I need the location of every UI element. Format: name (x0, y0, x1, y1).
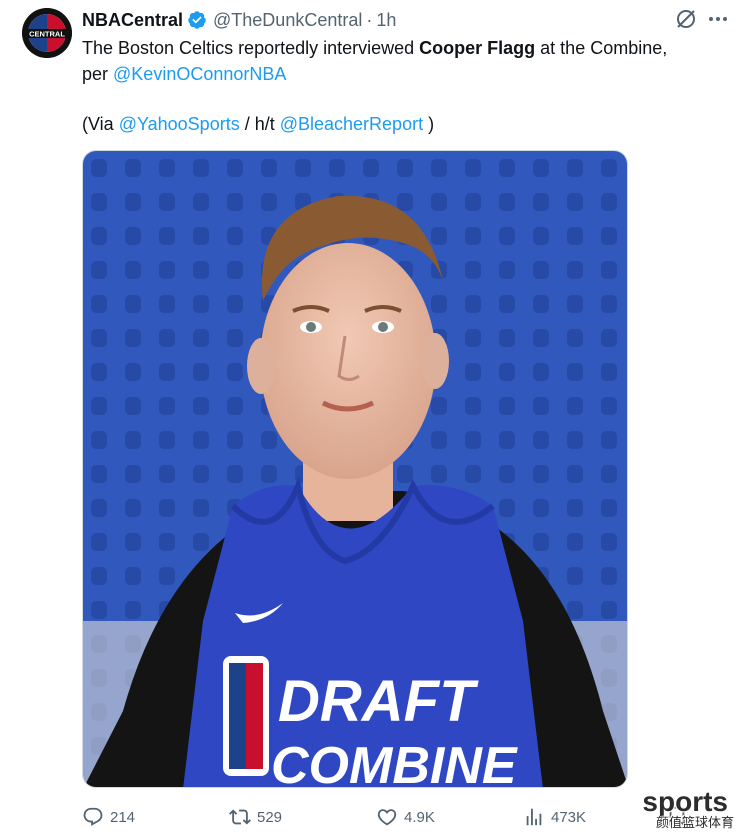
views-count: 473K (551, 808, 587, 826)
mention-kevin-oconnor[interactable]: @KevinOConnorNBA (113, 64, 286, 84)
tweet-actions: 214 529 4.9K 473K (82, 804, 642, 830)
jersey-text-draft: DRAFT (278, 669, 479, 734)
views-icon (526, 808, 542, 826)
tweet-text-part2: at the Combine, (535, 38, 668, 58)
more-icon[interactable] (706, 9, 730, 29)
like-count: 4.9K (404, 808, 435, 826)
grok-icon[interactable] (674, 7, 698, 31)
reply-count: 214 (110, 808, 136, 826)
reply-icon (83, 807, 103, 826)
views-button[interactable]: 473K (523, 804, 586, 830)
repost-count: 529 (257, 808, 283, 826)
watermark: sports 颜值篮球体育 (620, 786, 740, 831)
verified-badge-icon (187, 10, 207, 30)
tweet-header: NBACentral @TheDunkCentral · 1h (82, 8, 396, 32)
nba-central-logo: CENTRAL (22, 8, 72, 58)
tweet-text-per: per (82, 64, 114, 84)
avatar[interactable]: CENTRAL (22, 8, 72, 58)
tweet-line-2: per @KevinOConnorNBA (82, 61, 722, 87)
tweet-via-open: (Via (82, 114, 119, 134)
mention-yahoo-sports[interactable]: @YahooSports (119, 114, 240, 134)
watermark-sub: 颜值篮球体育 (655, 815, 734, 830)
avatar-logo-text: CENTRAL (29, 30, 65, 39)
mention-bleacher-report[interactable]: @BleacherReport (280, 114, 423, 134)
tweet-text-bold: Cooper Flagg (419, 38, 536, 58)
tweet-via-ht: / h/t (239, 114, 280, 134)
author-handle[interactable]: @TheDunkCentral (213, 10, 362, 31)
like-icon (377, 809, 397, 826)
tweet-photo[interactable]: DRAFT COMBINE (82, 150, 628, 788)
like-button[interactable]: 4.9K (376, 804, 435, 830)
jersey-text-combine: COMBINE (271, 737, 518, 788)
player-photo-illustration: DRAFT COMBINE (83, 151, 627, 788)
tweet-text-part1: The Boston Celtics reportedly interviewe… (82, 38, 420, 58)
tweet-via-close: ) (423, 114, 435, 134)
repost-button[interactable]: 529 (229, 804, 282, 830)
author-name[interactable]: NBACentral (82, 10, 183, 31)
tweet-text: The Boston Celtics reportedly interviewe… (82, 35, 722, 137)
tweet-line-3: (Via @YahooSports / h/t @BleacherReport … (82, 111, 722, 137)
tweet-time[interactable]: 1h (376, 10, 396, 31)
reply-button[interactable]: 214 (82, 804, 135, 830)
repost-icon (229, 809, 251, 825)
tweet-line-1: The Boston Celtics reportedly interviewe… (82, 35, 722, 61)
separator-dot: · (366, 9, 373, 30)
